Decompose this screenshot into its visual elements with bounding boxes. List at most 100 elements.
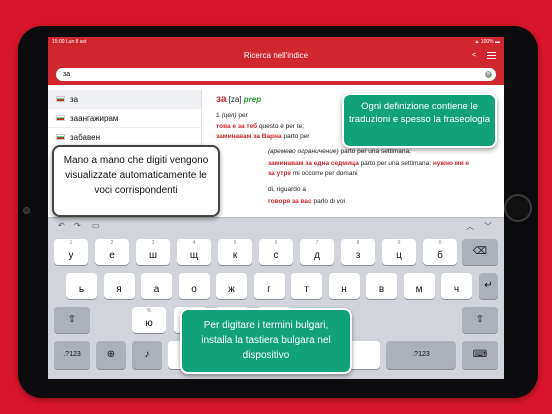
bulgarian-flag-icon [56, 115, 65, 121]
example-4: за утре mi occorre per domani [268, 170, 358, 177]
camera [23, 207, 30, 214]
key-hint: 9 [397, 240, 401, 246]
key-1[interactable]: % ю [132, 307, 166, 333]
key-3[interactable]: а [141, 273, 172, 299]
search-input[interactable] [56, 68, 496, 81]
key-label: в [378, 284, 385, 295]
paste-icon[interactable]: ▭ [92, 221, 100, 230]
key-6[interactable]: 6с [259, 239, 293, 265]
screen: 15:00 Lun 8 set ▲ 100% ▬ Ricerca nell'in… [48, 37, 504, 379]
shift-key-left[interactable]: ⇧ [54, 307, 90, 333]
microphone-icon[interactable]: ♪ [132, 341, 162, 369]
backspace-key[interactable]: ⌫ [462, 239, 498, 265]
status-battery: ▲ 100% ▬ [474, 39, 500, 45]
bulgarian-flag-icon [56, 96, 65, 102]
callout-definitions: Ogni definizione contiene le traduzioni … [342, 93, 497, 148]
key-label: щ [189, 250, 199, 261]
chevron-up-icon[interactable]: ︿ [466, 221, 474, 232]
headword: за [za] prep [216, 94, 262, 105]
key-7[interactable]: 7д [300, 239, 334, 265]
key-9[interactable]: в [366, 273, 397, 299]
list-item[interactable]: за [48, 90, 201, 109]
key-6[interactable]: г [253, 273, 285, 299]
status-time-date: 15:00 Lun 8 set [52, 39, 87, 45]
example-5: говоря за вас parlo di voi [268, 198, 345, 205]
key-hint: 6 [274, 240, 278, 246]
sense-3: di, riguardo a [268, 186, 306, 193]
shift-key-right[interactable]: ⇧ [462, 307, 498, 333]
key-4[interactable]: о [178, 273, 210, 299]
return-key[interactable]: ↵ [479, 273, 498, 299]
key-2[interactable]: 2е [95, 239, 129, 265]
key-hint: 2 [110, 240, 114, 246]
key-label: ц [396, 250, 402, 261]
key-label: я [116, 284, 122, 295]
key-label: ь [78, 284, 85, 295]
page-title: Ricerca nell'indice [243, 51, 309, 60]
sense-1: 1 (цел) per [216, 112, 248, 119]
key-1[interactable]: 1у [54, 239, 88, 265]
key-hint: 5 [233, 240, 237, 246]
key-label: г [267, 284, 271, 295]
hide-keyboard-icon[interactable]: ⌨ [462, 341, 498, 369]
clear-icon[interactable]: ✕ [485, 71, 492, 78]
example-2: заминавам за Варна parto per [216, 133, 310, 140]
share-icon[interactable]: < [472, 52, 480, 60]
bulgarian-flag-icon [56, 134, 65, 140]
key-5[interactable]: 5к [218, 239, 252, 265]
key-hint: 8 [356, 240, 360, 246]
key-label: е [109, 250, 115, 261]
menu-icon[interactable] [487, 52, 496, 60]
key-label: к [232, 250, 238, 261]
key-hint: 4 [192, 240, 196, 246]
key-hint: 0 [438, 240, 442, 246]
chevron-down-icon[interactable]: ﹀ [484, 221, 492, 232]
redo-icon[interactable]: ↷ [74, 221, 81, 230]
example-3: заминавам за една седмица parto per una … [268, 160, 469, 167]
callout-autocomplete: Mano a mano che digiti vengono visualizz… [52, 145, 220, 217]
key-label: а [153, 284, 160, 295]
key-label: д [314, 250, 320, 261]
key-7[interactable]: т [291, 273, 322, 299]
sense-2: (времево ограничение) parto per una sett… [268, 148, 411, 155]
key-label: ч [453, 284, 460, 295]
key-label: т [304, 284, 309, 295]
key-3[interactable]: 3ш [136, 239, 170, 265]
key-hint: % [146, 308, 152, 314]
key-11[interactable]: ч [441, 273, 472, 299]
key-label: ж [228, 284, 235, 295]
search-bar: ✕ [48, 65, 504, 85]
key-hint: 7 [315, 240, 319, 246]
key-label: ш [148, 250, 158, 261]
key-10[interactable]: 0б [423, 239, 457, 265]
key-label: б [437, 250, 443, 261]
key-8[interactable]: н [328, 273, 360, 299]
key-10[interactable]: м [403, 273, 435, 299]
callout-keyboard: Per digitare i termini bulgari, installa… [180, 308, 352, 374]
globe-icon[interactable]: ⊕ [96, 341, 126, 369]
key-hint: 3 [151, 240, 155, 246]
undo-icon[interactable]: ↶ [58, 221, 65, 230]
key-1[interactable]: ь [66, 273, 97, 299]
key-label: о [191, 284, 197, 295]
key-label: ю [145, 318, 153, 329]
keyboard-toolbar: ↶ ↷ ▭ ︿ ﹀ [48, 217, 504, 233]
key-9[interactable]: 9ц [382, 239, 416, 265]
key-label: м [415, 284, 423, 295]
key-label: н [341, 284, 347, 295]
key-label: с [273, 250, 279, 261]
key-label: з [355, 250, 361, 261]
list-item[interactable]: заангажирам [48, 109, 201, 128]
example-1: това е за теб questo è per te; [216, 123, 305, 130]
key-8[interactable]: 8з [341, 239, 375, 265]
status-bar: 15:00 Lun 8 set ▲ 100% ▬ [48, 37, 504, 47]
app-bar: Ricerca nell'indice < [48, 47, 504, 65]
key-2[interactable]: я [103, 273, 135, 299]
key-hint: 1 [69, 240, 73, 246]
key-4[interactable]: 4щ [177, 239, 211, 265]
key-5[interactable]: ж [216, 273, 247, 299]
numbers-key[interactable]: .?123 [54, 341, 90, 369]
home-button[interactable] [504, 194, 532, 222]
numbers-key-right[interactable]: .?123 [386, 341, 456, 369]
key-label: у [68, 250, 74, 261]
